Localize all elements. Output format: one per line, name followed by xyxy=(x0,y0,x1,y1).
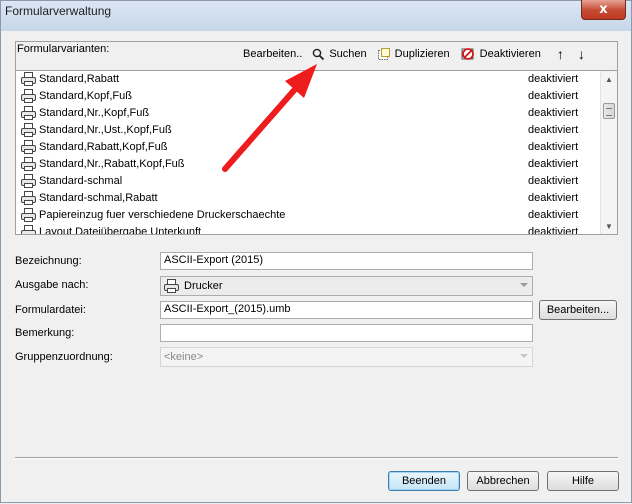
duplicate-button-label: Duplizieren xyxy=(394,48,450,60)
list-item-name: Standard-schmal xyxy=(39,175,123,187)
list-item-state: deaktiviert xyxy=(528,73,579,85)
list-item-name: Papiereinzug fuer verschiedene Druckersc… xyxy=(39,209,286,221)
list-item-state: deaktiviert xyxy=(528,226,579,234)
printer-icon-wrap xyxy=(21,157,36,174)
list-item-name: Standard,Kopf,Fuß xyxy=(39,90,132,102)
abbrechen-button[interactable]: Abbrechen xyxy=(467,471,539,491)
printer-icon xyxy=(21,225,36,234)
printer-icon xyxy=(21,140,36,154)
title-bar: Formularverwaltung x xyxy=(1,0,631,31)
list-item[interactable]: Standard,Rabatt deaktiviert xyxy=(16,71,601,88)
list-item-state: deaktiviert xyxy=(528,90,579,102)
bemerkung-label: Bemerkung: xyxy=(15,327,75,339)
edit-button[interactable]: Bearbeiten.. xyxy=(243,48,302,60)
scroll-thumb[interactable] xyxy=(603,103,615,119)
printer-icon-wrap xyxy=(21,140,36,157)
close-icon: x xyxy=(599,2,608,17)
magnifier-icon xyxy=(313,48,325,60)
search-button-label: Suchen xyxy=(329,48,367,60)
group-label: Formularvarianten: xyxy=(17,43,110,55)
list-item-name: Layout Dateiübergabe Unterkunft xyxy=(39,226,202,234)
list-item-state: deaktiviert xyxy=(528,209,579,221)
printer-icon-wrap xyxy=(21,191,36,208)
window-title: Formularverwaltung xyxy=(5,4,112,18)
list-item-name: Standard,Nr.,Kopf,Fuß xyxy=(39,107,150,119)
printer-icon-wrap xyxy=(21,208,36,225)
hilfe-button[interactable]: Hilfe xyxy=(547,471,619,491)
chevron-down-icon xyxy=(520,283,528,287)
edit-button-label: Bearbeiten.. xyxy=(243,48,303,60)
gruppenzuordnung-label: Gruppenzuordnung: xyxy=(15,351,113,363)
list-item-state: deaktiviert xyxy=(528,192,579,204)
duplicate-button[interactable]: Duplizieren xyxy=(377,47,450,61)
printer-icon-wrap xyxy=(21,72,36,89)
list-item-name: Standard,Rabatt,Kopf,Fuß xyxy=(39,141,168,153)
list-item[interactable]: Standard,Nr.,Ust.,Kopf,Fuß deaktiviert xyxy=(16,122,601,139)
list-item-name: Standard,Rabatt xyxy=(39,73,120,85)
deactivate-icon xyxy=(461,48,474,60)
list-item-state: deaktiviert xyxy=(528,107,579,119)
beenden-button[interactable]: Beenden xyxy=(388,471,460,491)
search-button[interactable]: Suchen xyxy=(312,48,367,61)
footer-separator xyxy=(15,457,618,459)
deactivate-button[interactable]: Deaktivieren xyxy=(460,47,541,61)
printer-icon-wrap xyxy=(21,106,36,123)
printer-icon xyxy=(164,279,179,293)
duplicate-icon xyxy=(377,48,390,60)
list-item[interactable]: Standard-schmal,Rabatt deaktiviert xyxy=(16,190,601,207)
list-item-state: deaktiviert xyxy=(528,175,579,187)
list-item-name: Standard,Nr.,Rabatt,Kopf,Fuß xyxy=(39,158,185,170)
bezeichnung-label: Bezeichnung: xyxy=(15,255,82,267)
printer-icon xyxy=(21,191,36,205)
list-item[interactable]: Standard,Nr.,Kopf,Fuß deaktiviert xyxy=(16,105,601,122)
scroll-down-icon[interactable]: ▼ xyxy=(601,218,617,234)
list-toolbar: Bearbeiten.. Suchen Duplizieren Deaktivi… xyxy=(243,45,595,63)
list-item-name: Standard-schmal,Rabatt xyxy=(39,192,158,204)
printer-icon xyxy=(21,89,36,103)
list-item-name: Standard,Nr.,Ust.,Kopf,Fuß xyxy=(39,124,172,136)
printer-icon xyxy=(21,72,36,86)
bemerkung-input[interactable] xyxy=(160,324,533,342)
chevron-down-icon xyxy=(520,354,528,358)
variants-list[interactable]: Standard,Rabatt deaktiviert Standard,Kopf,… xyxy=(16,70,617,234)
list-item-state: deaktiviert xyxy=(528,141,579,153)
gruppenzuordnung-value: <keine> xyxy=(164,351,204,363)
scroll-up-icon[interactable]: ▲ xyxy=(601,71,617,87)
printer-icon xyxy=(21,208,36,222)
bezeichnung-input[interactable]: ASCII-Export (2015) xyxy=(160,252,533,270)
formulardatei-edit-button[interactable]: Bearbeiten... xyxy=(539,300,617,320)
gruppenzuordnung-select[interactable]: <keine> xyxy=(160,347,533,367)
arrow-down-icon: ↓ xyxy=(577,46,585,62)
formularvarianten-group: Formularvarianten: Bearbeiten.. Suchen D… xyxy=(15,41,618,235)
formulardatei-label: Formulardatei: xyxy=(15,304,86,316)
move-down-button[interactable]: ↓ xyxy=(578,46,585,62)
list-item-state: deaktiviert xyxy=(528,124,579,136)
printer-icon-wrap xyxy=(21,123,36,140)
ausgabe-value: Drucker xyxy=(184,280,223,292)
formulardatei-input[interactable]: ASCII-Export_(2015).umb xyxy=(160,301,533,319)
dialog-window: Formularverwaltung x Formularvarianten: … xyxy=(0,0,632,503)
printer-icon-wrap xyxy=(21,225,36,234)
list-scrollbar[interactable]: ▲ ▼ xyxy=(600,71,617,234)
printer-icon xyxy=(21,106,36,120)
printer-icon xyxy=(21,157,36,171)
printer-icon xyxy=(21,174,36,188)
printer-icon-wrap xyxy=(21,89,36,106)
list-item[interactable]: Layout Dateiübergabe Unterkunft deaktivie… xyxy=(16,224,601,234)
dialog-body: Formularvarianten: Bearbeiten.. Suchen D… xyxy=(8,31,625,497)
close-button[interactable]: x xyxy=(581,0,626,20)
list-item[interactable]: Standard,Nr.,Rabatt,Kopf,Fuß deaktiviert xyxy=(16,156,601,173)
deactivate-button-label: Deaktivieren xyxy=(479,48,541,60)
ausgabe-select[interactable]: Drucker xyxy=(160,276,533,296)
move-up-button[interactable]: ↑ xyxy=(557,46,564,62)
list-item[interactable]: Papiereinzug fuer verschiedene Druckersc… xyxy=(16,207,601,224)
list-item[interactable]: Standard-schmal deaktiviert xyxy=(16,173,601,190)
arrow-up-icon: ↑ xyxy=(556,46,564,62)
ausgabe-label: Ausgabe nach: xyxy=(15,279,89,291)
printer-icon xyxy=(21,123,36,137)
list-item[interactable]: Standard,Kopf,Fuß deaktiviert xyxy=(16,88,601,105)
list-item[interactable]: Standard,Rabatt,Kopf,Fuß deaktiviert xyxy=(16,139,601,156)
list-item-state: deaktiviert xyxy=(528,158,579,170)
printer-icon-wrap xyxy=(21,174,36,191)
